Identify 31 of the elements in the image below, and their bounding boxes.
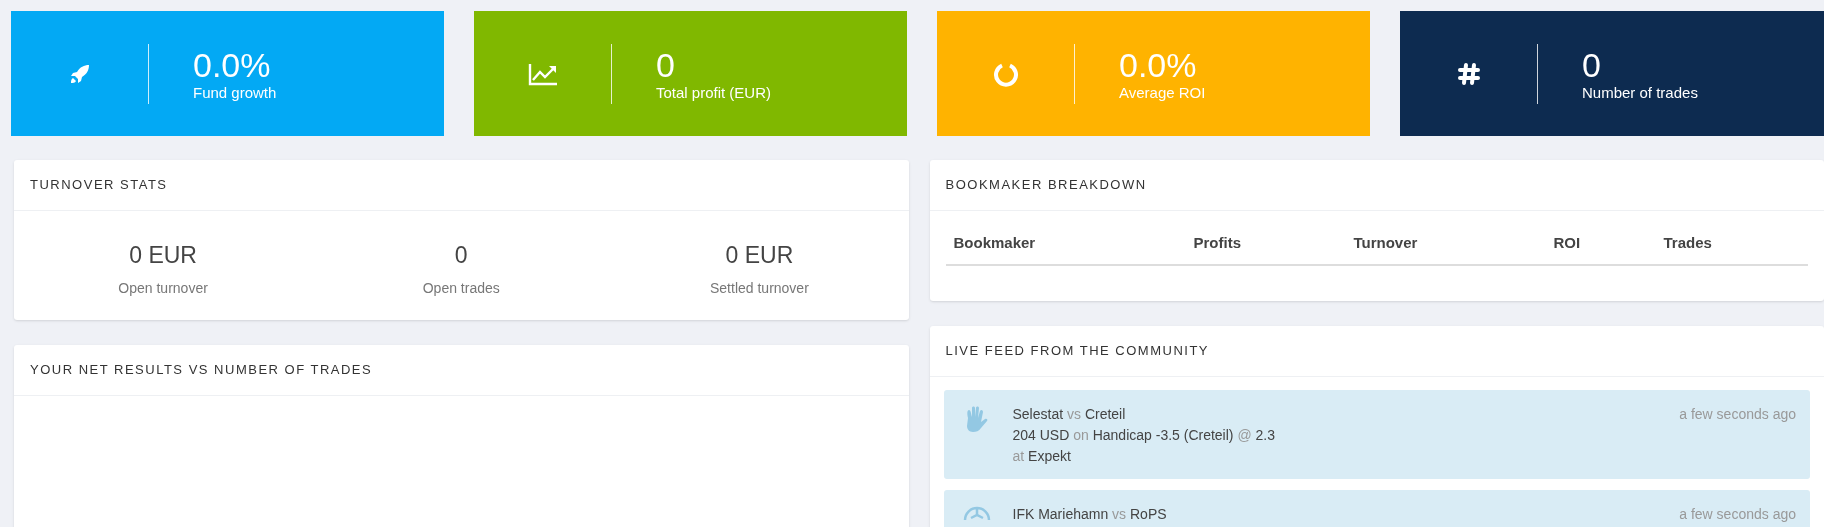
stat-value: 0 [1582, 45, 1602, 84]
stat-label: Fund growth [193, 83, 277, 102]
stat-label: Number of trades [1582, 83, 1698, 102]
feed-text: Selestat vs Creteil [1012, 405, 1126, 424]
column-header: Bookmaker [952, 232, 1037, 253]
column-header: Trades [1662, 232, 1713, 253]
stat-value: 0 [454, 240, 468, 270]
stat-value: 0.0% [1119, 45, 1198, 84]
feed-text: IFK Mariehamn vs RoPS [1012, 505, 1167, 524]
line-chart-icon [527, 61, 558, 86]
column-header: Profits [1192, 232, 1242, 253]
stat-value: 0.0% [193, 45, 272, 84]
panel-title: LIVE FEED FROM THE COMMUNITY [945, 342, 1209, 361]
feed-text: at Expekt [1012, 447, 1071, 466]
stat-label: Settled turnover [710, 279, 809, 299]
stat-value: 0 EUR [725, 240, 794, 270]
panel-title: TURNOVER STATS [30, 176, 168, 195]
panel-title: BOOKMAKER BREAKDOWN [945, 176, 1147, 195]
panel-title: YOUR NET RESULTS VS NUMBER OF TRADES [30, 361, 373, 380]
stat-value: 0 [656, 45, 676, 84]
column-header: ROI [1552, 232, 1582, 253]
stat-label: Open turnover [118, 279, 208, 299]
column-header: Turnover [1352, 232, 1419, 253]
stat-label: Total profit (EUR) [656, 83, 772, 102]
feed-text: 204 USD on Handicap -3.5 (Creteil) @ 2.3 [1012, 426, 1275, 445]
timestamp: a few seconds ago [1679, 505, 1796, 524]
stat-label: Open trades [422, 279, 500, 299]
stat-value: 0 EUR [129, 240, 197, 270]
stat-label: Average ROI [1119, 83, 1206, 102]
timestamp: a few seconds ago [1679, 405, 1796, 424]
hash-icon [1456, 61, 1481, 86]
